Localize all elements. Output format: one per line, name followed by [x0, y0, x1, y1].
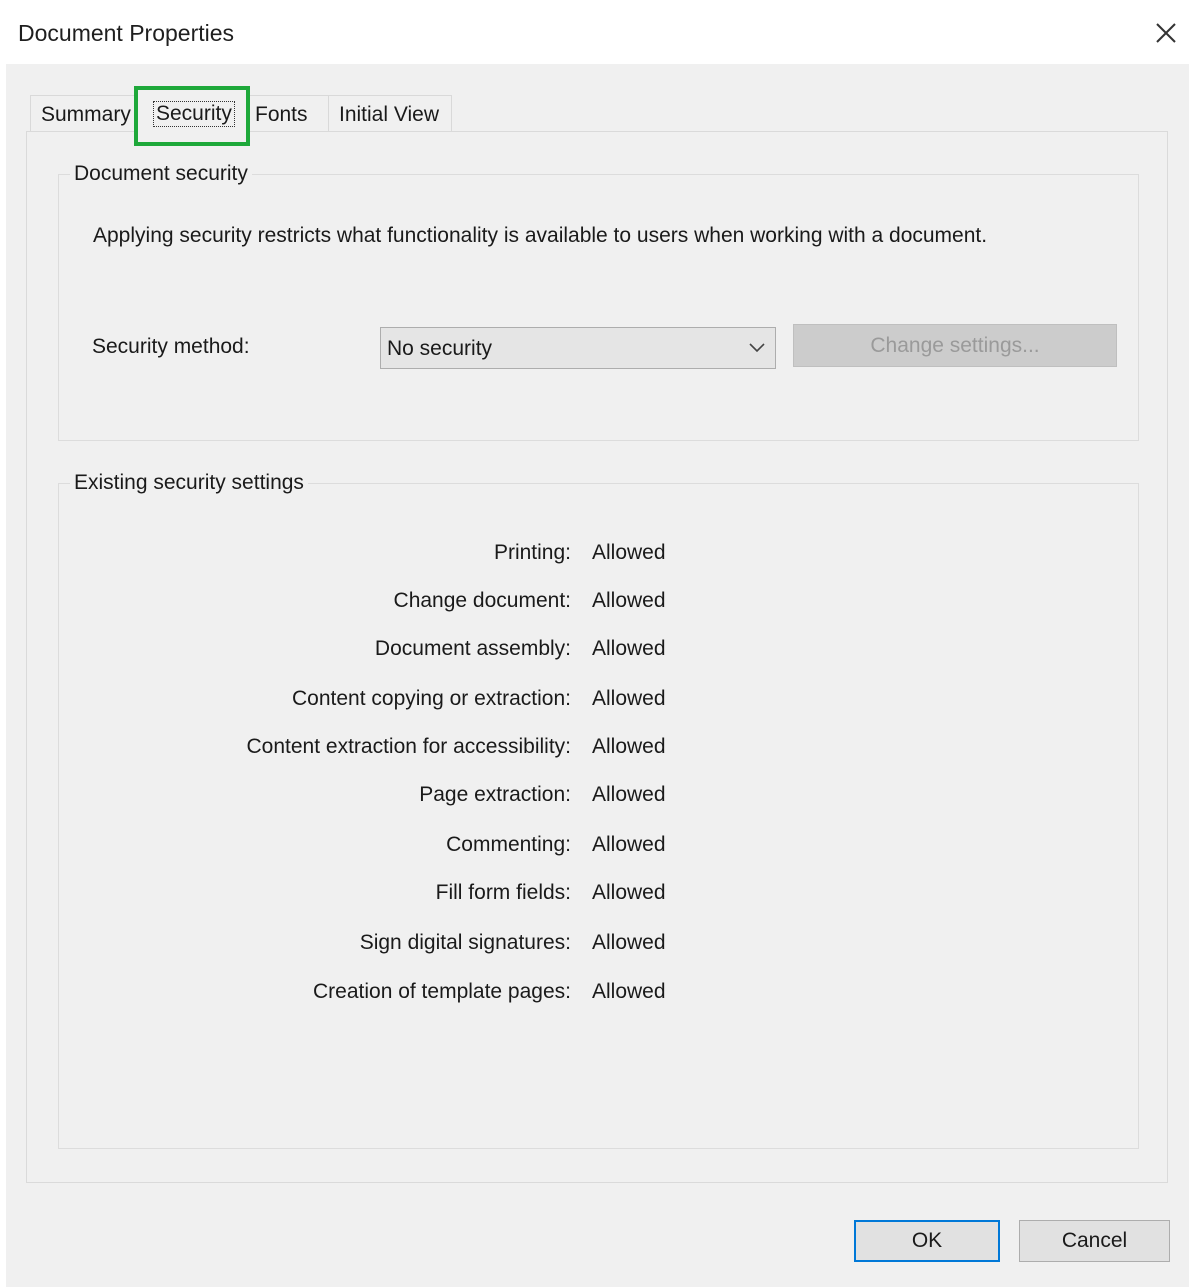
close-button[interactable]	[1144, 12, 1188, 56]
change-settings-button: Change settings...	[793, 324, 1117, 367]
document-assembly-value: Allowed	[592, 637, 666, 660]
tab-summary[interactable]: Summary	[30, 95, 136, 133]
tab-security-label: Security	[153, 101, 235, 127]
existing-security-group	[58, 483, 1139, 1149]
content-accessibility-value: Allowed	[592, 735, 666, 758]
printing-value: Allowed	[592, 541, 666, 564]
printing-label: Printing:	[493, 541, 571, 564]
close-icon	[1156, 23, 1176, 43]
template-pages-label: Creation of template pages:	[313, 980, 571, 1003]
tab-initial-view[interactable]: Initial View	[328, 95, 452, 133]
existing-security-heading: Existing security settings	[70, 471, 308, 495]
fill-form-fields-label: Fill form fields:	[435, 881, 571, 904]
content-accessibility-label: Content extraction for accessibility:	[246, 735, 571, 758]
security-description: Applying security restricts what functio…	[93, 224, 988, 247]
sign-signatures-label: Sign digital signatures:	[359, 931, 571, 954]
content-copying-value: Allowed	[592, 687, 666, 710]
tab-security[interactable]: Security	[134, 86, 250, 146]
tab-fonts-label: Fonts	[255, 103, 308, 126]
chevron-down-icon	[749, 343, 765, 353]
document-security-heading: Document security	[70, 162, 252, 186]
security-method-label: Security method:	[92, 335, 250, 358]
security-method-value: No security	[387, 337, 493, 360]
change-document-label: Change document:	[393, 589, 571, 612]
security-method-dropdown[interactable]: No security	[380, 327, 776, 369]
title-bar: Document Properties	[0, 0, 1189, 64]
fill-form-fields-value: Allowed	[592, 881, 666, 904]
sign-signatures-value: Allowed	[592, 931, 666, 954]
page-extraction-label: Page extraction:	[419, 783, 571, 806]
tab-initial-view-label: Initial View	[339, 103, 439, 126]
cancel-button[interactable]: Cancel	[1019, 1220, 1170, 1262]
tab-summary-label: Summary	[41, 103, 131, 126]
commenting-label: Commenting:	[446, 833, 571, 856]
template-pages-value: Allowed	[592, 980, 666, 1003]
commenting-value: Allowed	[592, 833, 666, 856]
page-extraction-value: Allowed	[592, 783, 666, 806]
tab-fonts[interactable]: Fonts	[246, 95, 331, 133]
document-security-group	[58, 174, 1139, 441]
change-document-value: Allowed	[592, 589, 666, 612]
content-copying-label: Content copying or extraction:	[292, 687, 571, 710]
ok-button[interactable]: OK	[854, 1220, 1000, 1262]
window-title: Document Properties	[18, 20, 235, 46]
document-assembly-label: Document assembly:	[374, 637, 571, 660]
